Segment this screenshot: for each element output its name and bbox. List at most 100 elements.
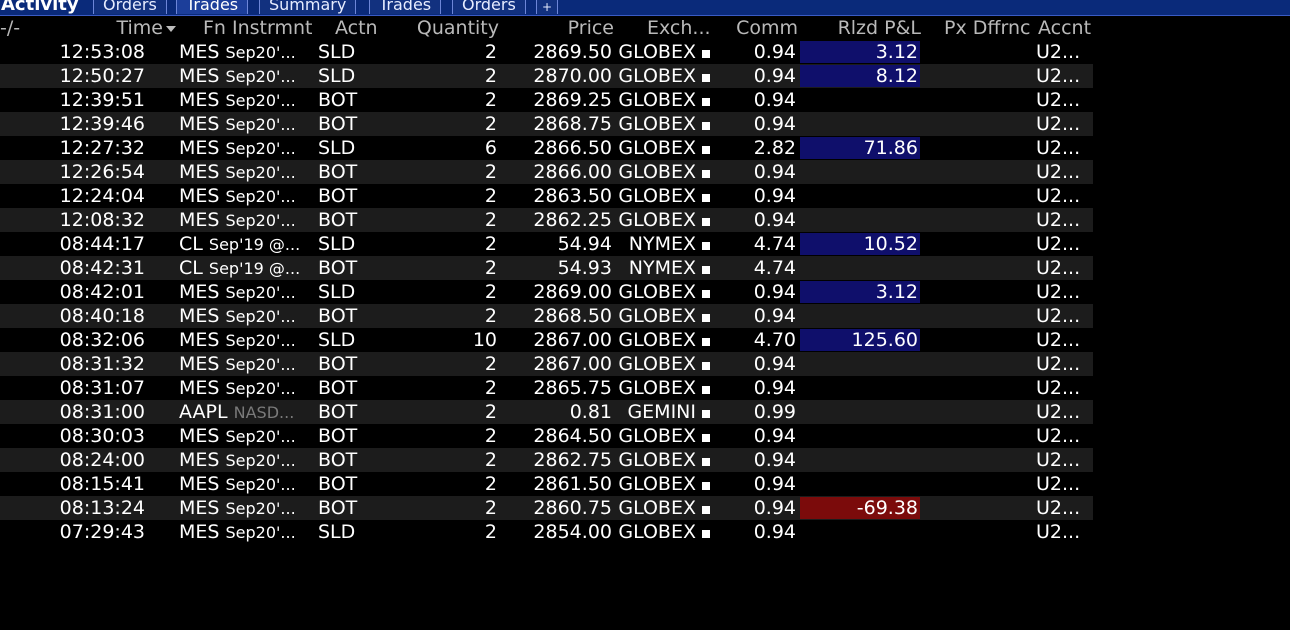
comm-cell: 0.94 — [753, 497, 796, 519]
instrument-expiry: Sep20'... — [225, 331, 296, 350]
table-row[interactable]: 08:40:18 MES Sep20'... BOT 2 2868.50 GLOBEX 0.… — [0, 304, 1093, 328]
table-row[interactable]: 08:32:06 MES Sep20'... SLD 10 2867.00 GLOBEX 4… — [0, 328, 1093, 352]
quantity-cell: 2 — [484, 281, 497, 303]
table-row[interactable]: 12:39:51 MES Sep20'... BOT 2 2869.25 GLOBEX 0.… — [0, 88, 1093, 112]
add-tab-button[interactable]: + — [536, 0, 559, 14]
table-row[interactable]: 08:44:17 CL Sep'19 @... SLD 2 54.94 NYMEX 4.74… — [0, 232, 1093, 256]
column-header-px-difference[interactable]: Px Dffrnc — [944, 16, 1030, 40]
table-row[interactable]: 07:29:43 MES Sep20'... SLD 2 2854.00 GLOBEX 0.… — [0, 520, 1093, 544]
instrument-expiry: Sep'19 @... — [208, 259, 301, 278]
action-cell: BOT — [318, 377, 358, 399]
instrument-symbol: MES — [179, 137, 220, 159]
action-cell: SLD — [318, 329, 356, 351]
tab-trades-2[interactable]: Trades — [369, 0, 442, 14]
column-header-time[interactable]: Time — [60, 16, 176, 40]
table-row[interactable]: 08:42:01 MES Sep20'... SLD 2 2869.00 GLOBEX 0.… — [0, 280, 1093, 304]
quantity-cell: 2 — [484, 113, 497, 135]
column-header-action[interactable]: Actn — [335, 16, 378, 40]
quantity-cell: 2 — [484, 353, 497, 375]
action-cell: BOT — [318, 401, 358, 423]
table-row[interactable]: 12:50:27 MES Sep20'... SLD 2 2870.00 GLOBEX 0.… — [0, 64, 1093, 88]
table-row[interactable]: 12:08:32 MES Sep20'... BOT 2 2862.25 GLOBEX 0.… — [0, 208, 1093, 232]
action-cell: BOT — [318, 113, 358, 135]
price-cell: 2869.50 — [533, 41, 612, 63]
instrument-expiry: Sep20'... — [225, 115, 296, 134]
order-status-icon — [702, 482, 710, 490]
quantity-cell: 2 — [484, 209, 497, 231]
exchange-cell: GLOBEX — [618, 329, 696, 351]
table-row[interactable]: 08:13:24 MES Sep20'... BOT 2 2860.75 GLOBEX 0.… — [0, 496, 1093, 520]
order-status-icon — [702, 530, 710, 538]
table-row[interactable]: 08:31:00 AAPL NASD... BOT 2 0.81 GEMINI 0.99 U2… — [0, 400, 1093, 424]
comm-cell: 0.94 — [753, 161, 796, 183]
table-row[interactable]: 12:26:54 MES Sep20'... BOT 2 2866.00 GLOBEX 0.… — [0, 160, 1093, 184]
order-status-icon — [702, 194, 710, 202]
order-status-icon — [702, 74, 710, 82]
comm-cell: 0.99 — [753, 401, 796, 423]
comm-cell: 0.94 — [753, 281, 796, 303]
tab-orders-2[interactable]: Orders — [452, 0, 526, 14]
quantity-cell: 2 — [484, 257, 497, 279]
instrument-expiry: Sep20'... — [225, 499, 296, 518]
comm-cell: 2.82 — [753, 137, 796, 159]
tab-bar: Activity Orders Trades Summary Trades Or… — [0, 0, 1290, 16]
price-cell: 2867.00 — [533, 329, 612, 351]
column-header-price[interactable]: Price — [520, 16, 614, 40]
table-row[interactable]: 08:31:07 MES Sep20'... BOT 2 2865.75 GLOBEX 0.… — [0, 376, 1093, 400]
table-row[interactable]: 12:27:32 MES Sep20'... SLD 6 2866.50 GLOBEX 2.… — [0, 136, 1093, 160]
instrument-cell: MES Sep20'... — [179, 280, 309, 304]
column-header-exchange[interactable]: Exch... — [647, 16, 711, 40]
instrument-expiry: Sep20'... — [225, 379, 296, 398]
order-status-icon — [702, 98, 710, 106]
instrument-symbol: MES — [179, 449, 220, 471]
account-cell: U2... — [1036, 401, 1081, 423]
action-cell: SLD — [318, 521, 356, 543]
action-cell: BOT — [318, 185, 358, 207]
account-cell: U2... — [1036, 41, 1081, 63]
time-cell: 12:39:46 — [59, 113, 145, 135]
instrument-expiry: Sep'19 @... — [208, 235, 301, 254]
realized-pnl-cell — [800, 472, 918, 496]
table-row[interactable]: 08:30:03 MES Sep20'... BOT 2 2864.50 GLOBEX 0.… — [0, 424, 1093, 448]
exchange-cell: GLOBEX — [618, 521, 696, 543]
realized-pnl-cell — [800, 88, 918, 112]
action-cell: SLD — [318, 281, 356, 303]
instrument-symbol: MES — [179, 473, 220, 495]
column-header-realized-pnl[interactable]: Rlzd P&L — [800, 16, 921, 40]
table-row[interactable]: 08:42:31 CL Sep'19 @... BOT 2 54.93 NYMEX 4.74… — [0, 256, 1093, 280]
comm-cell: 0.94 — [753, 113, 796, 135]
instrument-cell: MES Sep20'... — [179, 304, 309, 328]
comm-cell: 4.74 — [753, 257, 796, 279]
column-header-time-label: Time — [116, 17, 164, 39]
order-status-icon — [702, 50, 710, 58]
quantity-cell: 2 — [484, 497, 497, 519]
instrument-expiry: Sep20'... — [225, 475, 296, 494]
table-row[interactable]: 12:53:08 MES Sep20'... SLD 2 2869.50 GLOBEX 0.… — [0, 40, 1093, 64]
instrument-cell: CL Sep'19 @... — [179, 256, 309, 280]
table-header: -/- Time Fn Instrmnt Actn Quantity Price… — [0, 16, 1290, 40]
column-header-instrument[interactable]: Fn Instrmnt — [203, 16, 312, 40]
price-cell: 2868.75 — [533, 113, 612, 135]
table-row[interactable]: 12:39:46 MES Sep20'... BOT 2 2868.75 GLOBEX 0.… — [0, 112, 1093, 136]
column-header-quantity[interactable]: Quantity — [380, 16, 499, 40]
table-row[interactable]: 08:15:41 MES Sep20'... BOT 2 2861.50 GLOBEX 0.… — [0, 472, 1093, 496]
action-cell: SLD — [318, 41, 356, 63]
table-row[interactable]: 08:24:00 MES Sep20'... BOT 2 2862.75 GLOBEX 0.… — [0, 448, 1093, 472]
order-status-icon — [702, 434, 710, 442]
tab-orders[interactable]: Orders — [93, 0, 167, 14]
exchange-cell: GLOBEX — [618, 473, 696, 495]
instrument-symbol: MES — [179, 521, 220, 543]
instrument-cell: MES Sep20'... — [179, 424, 309, 448]
filter-header[interactable]: -/- — [0, 16, 20, 40]
tab-summary[interactable]: Summary — [259, 0, 357, 14]
column-header-comm[interactable]: Comm — [720, 16, 798, 40]
table-row[interactable]: 12:24:04 MES Sep20'... BOT 2 2863.50 GLOBEX 0.… — [0, 184, 1093, 208]
time-cell: 08:42:31 — [59, 257, 145, 279]
time-cell: 08:15:41 — [59, 473, 145, 495]
column-header-account[interactable]: Accnt — [1038, 16, 1091, 40]
price-cell: 2864.50 — [533, 425, 612, 447]
quantity-cell: 6 — [484, 137, 497, 159]
table-row[interactable]: 08:31:32 MES Sep20'... BOT 2 2867.00 GLOBEX 0.… — [0, 352, 1093, 376]
tab-trades[interactable]: Trades — [176, 0, 249, 14]
realized-pnl-cell — [800, 112, 918, 136]
